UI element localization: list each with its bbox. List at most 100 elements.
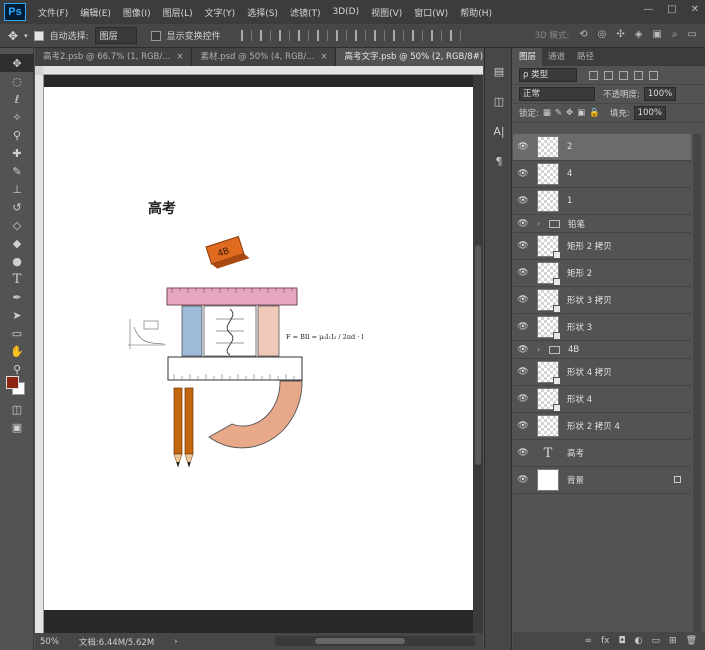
auto-select-dropdown[interactable]: 图层 (94, 27, 137, 44)
layers-scrollbar[interactable] (693, 134, 701, 634)
add-mask-icon[interactable]: ◘ (619, 636, 626, 646)
layer-row[interactable]: 👁 形状 4 (513, 386, 691, 413)
close-button[interactable]: ✕ (691, 4, 699, 15)
paragraph-panel-icon[interactable]: ¶ (485, 146, 513, 176)
dodge-icon[interactable]: ● (0, 252, 34, 270)
filter-pixel-icon[interactable] (589, 70, 598, 80)
opacity-input[interactable]: 100% (643, 87, 677, 101)
menu-help[interactable]: 帮助(H) (454, 6, 498, 19)
shape-icon[interactable]: ▭ (0, 324, 34, 342)
distribute-hcenter-icon[interactable] (430, 30, 442, 41)
workspace-icon[interactable]: ▭ (688, 29, 697, 41)
properties-panel-icon[interactable]: ◫ (485, 86, 513, 116)
layer-row[interactable]: 👁 形状 3 拷贝 (513, 287, 691, 314)
distribute-vcenter-icon[interactable] (373, 30, 385, 41)
menu-3d[interactable]: 3D(D) (326, 7, 365, 17)
status-arrow-icon[interactable]: › (174, 637, 177, 647)
new-group-icon[interactable]: ▭ (652, 636, 661, 646)
distribute-top-icon[interactable] (354, 30, 366, 41)
scrollbar-thumb[interactable] (475, 245, 481, 465)
3d-roll-icon[interactable]: ◎ (598, 29, 607, 41)
filter-type-icon[interactable] (619, 70, 628, 80)
visibility-eye-icon[interactable]: 👁 (513, 475, 533, 485)
layer-group-row[interactable]: 👁 › 4B (513, 341, 691, 359)
visibility-eye-icon[interactable]: 👁 (513, 421, 533, 431)
minimize-button[interactable]: — (643, 4, 653, 15)
hand-icon[interactable]: ✋ (0, 342, 34, 360)
lock-position-icon[interactable]: ✥ (566, 108, 573, 118)
magic-wand-icon[interactable]: ✧ (0, 108, 34, 126)
layer-group-row[interactable]: 👁 › 铅笔 (513, 215, 691, 233)
lock-artboard-icon[interactable]: ▣ (577, 108, 585, 118)
pen-icon[interactable]: ✒ (0, 288, 34, 306)
auto-select-checkbox[interactable] (33, 30, 44, 41)
vertical-scrollbar[interactable] (473, 75, 483, 633)
vertical-ruler[interactable] (35, 75, 44, 633)
visibility-eye-icon[interactable]: 👁 (513, 219, 533, 229)
link-layers-icon[interactable]: ∞ (585, 636, 593, 646)
layer-row[interactable]: 👁 T 高考 (513, 440, 691, 467)
distribute-left-icon[interactable] (411, 30, 423, 41)
layer-row[interactable]: 👁 矩形 2 拷贝 (513, 233, 691, 260)
menu-layer[interactable]: 图层(L) (157, 6, 199, 19)
align-vcenter-icon[interactable] (259, 30, 271, 41)
new-layer-icon[interactable]: ⊞ (669, 636, 677, 646)
3d-scale-icon[interactable]: ▣ (652, 29, 661, 41)
visibility-eye-icon[interactable]: 👁 (513, 322, 533, 332)
visibility-eye-icon[interactable]: 👁 (513, 448, 533, 458)
visibility-eye-icon[interactable]: 👁 (513, 345, 533, 355)
align-hcenter-icon[interactable] (316, 30, 328, 41)
tab-channels[interactable]: 通道 (542, 48, 571, 66)
align-right-icon[interactable] (335, 30, 347, 41)
close-icon[interactable]: × (176, 48, 183, 66)
blend-mode-dropdown[interactable]: 正常 (519, 87, 595, 101)
align-left-icon[interactable] (297, 30, 309, 41)
lock-pixels-icon[interactable]: ✎ (555, 108, 562, 118)
document-canvas[interactable]: 高考 4B F = BIl = μ₀I₁I₂ / 2πd · l (44, 87, 473, 610)
adjustment-layer-icon[interactable]: ◐ (635, 636, 643, 646)
visibility-eye-icon[interactable]: 👁 (513, 196, 533, 206)
align-bottom-icon[interactable] (278, 30, 290, 41)
lock-transparent-icon[interactable]: ▦ (543, 108, 551, 118)
move-icon[interactable]: ✥ (0, 54, 34, 72)
tab-layers[interactable]: 图层 (513, 48, 543, 66)
marquee-icon[interactable]: ◌ (0, 72, 34, 90)
3d-slide-icon[interactable]: ◈ (635, 29, 643, 41)
chevron-right-icon[interactable]: › (537, 345, 545, 354)
move-tool-icon[interactable]: ✥ (8, 29, 18, 43)
chevron-right-icon[interactable]: › (537, 219, 545, 228)
menu-type[interactable]: 文字(Y) (199, 6, 242, 19)
filter-shape-icon[interactable] (634, 70, 643, 80)
layer-row[interactable]: 👁 2 (513, 134, 691, 161)
trash-icon[interactable]: 🗑 (686, 636, 697, 646)
visibility-eye-icon[interactable]: 👁 (513, 268, 533, 278)
fx-icon[interactable]: fx (601, 636, 610, 646)
visibility-eye-icon[interactable]: 👁 (513, 394, 533, 404)
layer-row[interactable]: 👁 矩形 2 (513, 260, 691, 287)
screen-mode-icon[interactable]: ▣ (0, 418, 34, 436)
foreground-color-swatch[interactable] (6, 376, 19, 389)
menu-view[interactable]: 视图(V) (365, 6, 408, 19)
lasso-icon[interactable]: ℓ (0, 90, 34, 108)
filter-adjust-icon[interactable] (604, 70, 613, 80)
type-icon[interactable]: T (0, 270, 34, 288)
menu-edit[interactable]: 编辑(E) (74, 6, 117, 19)
lock-icon[interactable] (674, 476, 681, 483)
layer-row[interactable]: 👁 4 (513, 161, 691, 188)
menu-image[interactable]: 图像(I) (117, 6, 157, 19)
eyedropper-icon[interactable]: ⚲ (0, 126, 34, 144)
history-brush-icon[interactable]: ↺ (0, 198, 34, 216)
brush-icon[interactable]: ✎ (0, 162, 34, 180)
align-top-icon[interactable] (240, 30, 252, 41)
tab-paths[interactable]: 路径 (571, 48, 600, 66)
scrollbar-thumb[interactable] (315, 638, 405, 644)
layer-row[interactable]: 👁 形状 3 (513, 314, 691, 341)
distribute-bottom-icon[interactable] (392, 30, 404, 41)
menu-select[interactable]: 选择(S) (241, 6, 284, 19)
layer-filter-dropdown[interactable]: ρ 类型 (519, 68, 577, 82)
horizontal-ruler[interactable] (43, 66, 483, 75)
show-transform-checkbox[interactable] (150, 30, 161, 41)
zoom-level[interactable]: 50% (40, 637, 59, 647)
canvas-area[interactable]: 高考 4B F = BIl = μ₀I₁I₂ / 2πd · l (44, 75, 473, 633)
maximize-button[interactable]: □ (667, 4, 676, 15)
